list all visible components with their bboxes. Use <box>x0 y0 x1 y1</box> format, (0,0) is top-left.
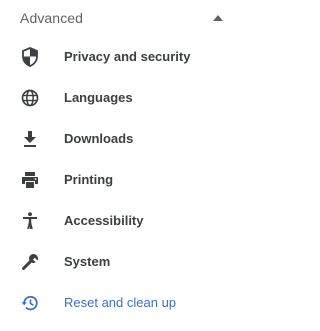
shield-icon <box>20 46 40 67</box>
menu-item-reset-and-clean-up[interactable]: Reset and clean up <box>0 282 238 323</box>
restore-icon <box>20 293 40 313</box>
globe-icon <box>20 88 40 108</box>
menu-item-label: Languages <box>64 90 133 105</box>
menu-item-accessibility[interactable]: Accessibility <box>0 200 238 241</box>
accessibility-icon <box>20 211 40 231</box>
section-title: Advanced <box>20 10 84 26</box>
download-icon <box>20 129 40 149</box>
menu-item-label: Reset and clean up <box>64 295 177 310</box>
menu-item-printing[interactable]: Printing <box>0 159 238 200</box>
menu-item-label: System <box>64 254 111 269</box>
menu-item-privacy-and-security[interactable]: Privacy and security <box>0 36 238 77</box>
menu-item-system[interactable]: System <box>0 241 238 282</box>
menu-item-label: Accessibility <box>64 213 144 228</box>
advanced-menu: Privacy and security Languages Downloads <box>0 36 238 323</box>
menu-item-label: Downloads <box>64 131 134 146</box>
wrench-icon <box>20 252 40 272</box>
advanced-section-header[interactable]: Advanced <box>0 0 238 36</box>
menu-item-languages[interactable]: Languages <box>0 77 238 118</box>
menu-item-label: Printing <box>64 172 114 187</box>
printer-icon <box>20 170 40 190</box>
menu-item-downloads[interactable]: Downloads <box>0 118 238 159</box>
caret-up-icon[interactable] <box>212 12 224 24</box>
menu-item-label: Privacy and security <box>64 49 191 64</box>
